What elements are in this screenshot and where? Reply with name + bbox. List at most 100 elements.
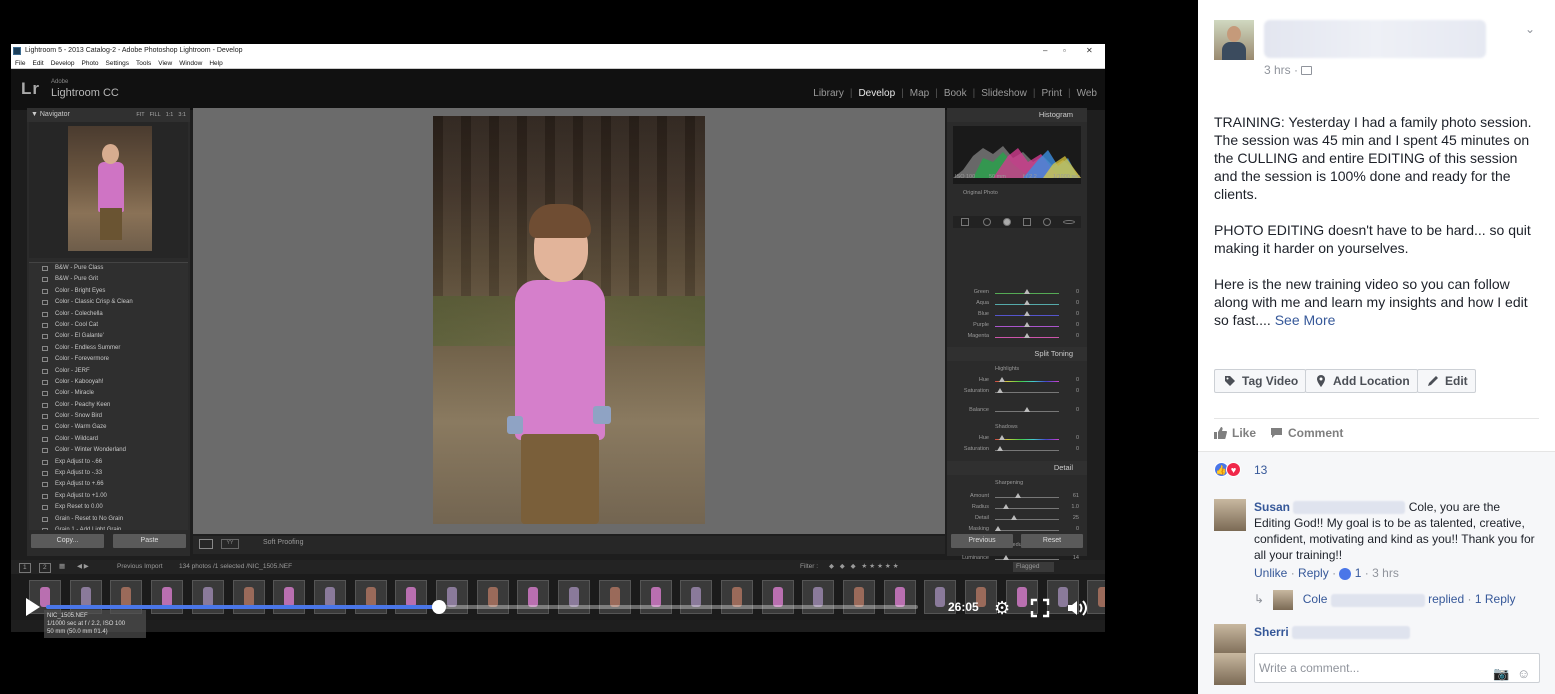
module-web: Web	[1076, 88, 1097, 99]
gear-icon[interactable]: ⚙	[994, 598, 1010, 618]
slider-label: Hue	[978, 435, 989, 441]
view-replies-link[interactable]: 1 Reply	[1475, 592, 1516, 606]
module-print: Print	[1041, 88, 1062, 99]
commenter-avatar[interactable]	[1214, 624, 1246, 656]
slider-value: 0	[1075, 407, 1079, 413]
reaction-count: 13	[1254, 463, 1268, 477]
emoji-icon[interactable]: ☺	[1517, 660, 1530, 688]
preset-icon	[42, 448, 48, 454]
preset-label: Color - Bright Eyes	[55, 287, 106, 294]
location-pin-icon	[1317, 375, 1325, 387]
module-map: Map	[909, 88, 930, 99]
edit-button[interactable]: Edit	[1417, 369, 1476, 393]
module-separator: |	[1032, 88, 1036, 99]
like-label: Like	[1232, 426, 1257, 440]
add-location-button[interactable]: Add Location	[1305, 369, 1418, 393]
preset-item: Exp Adjust to -.33	[29, 468, 188, 479]
write-comment-box[interactable]: 📷 ☺	[1254, 653, 1540, 683]
video-scrubber[interactable]	[432, 600, 446, 614]
slider-label: Balance	[969, 407, 989, 413]
slider-track	[995, 519, 1059, 520]
lightroom-header: Lr Adobe Lightroom CC Library | Develop | Ma…	[11, 69, 1105, 110]
previous-button: Previous	[951, 534, 1013, 548]
preset-label: Color - Forevermore	[55, 356, 110, 363]
camera-icon[interactable]: 📷	[1493, 660, 1509, 688]
comment-body: Susan Cole, you are the Editing God!! My…	[1254, 499, 1540, 563]
slider-value: 61	[1072, 493, 1079, 499]
slider-value: 1.0	[1071, 504, 1079, 510]
preset-label: Color - Endless Summer	[55, 344, 121, 351]
edit-label: Edit	[1445, 374, 1468, 388]
minimize-icon: –	[1043, 46, 1048, 55]
comment-input[interactable]	[1259, 661, 1489, 675]
see-more-link[interactable]: See More	[1275, 312, 1336, 328]
slider-label: Green	[973, 289, 989, 295]
post-body: TRAINING: Yesterday I had a family photo…	[1214, 113, 1544, 347]
comment-like-count[interactable]: 1	[1355, 566, 1362, 580]
fullscreen-icon[interactable]	[1030, 598, 1050, 622]
lightroom-window: Lightroom 5 - 2013 Catalog-2 - Adobe Pho…	[11, 44, 1105, 632]
preset-item: Exp Adjust to +1.00	[29, 491, 188, 502]
comments-section: 👍 ♥ 13 Susan Cole, you are the Editing G…	[1198, 451, 1555, 694]
module-library: Library	[813, 88, 844, 99]
preset-label: Exp Adjust to +.66	[55, 481, 104, 488]
zoom-option: 3:1	[178, 112, 186, 118]
tag-video-label: Tag Video	[1242, 374, 1299, 388]
preset-icon	[42, 527, 48, 530]
love-reaction-icon: ♥	[1226, 462, 1241, 477]
reply-author[interactable]: Cole	[1303, 592, 1328, 606]
preset-label: Color - Kabooyah!	[55, 378, 104, 385]
post-paragraph-text: Here is the new training video so you ca…	[1214, 276, 1528, 328]
commenter-name[interactable]: Sherri	[1254, 625, 1289, 639]
play-icon[interactable]	[26, 598, 40, 616]
video-player[interactable]: Lightroom 5 - 2013 Catalog-2 - Adobe Pho…	[0, 0, 1198, 694]
chevron-down-icon[interactable]: ⌄	[1525, 22, 1535, 36]
video-progress-bar[interactable]	[46, 600, 918, 614]
lightroom-logo: Lr	[21, 79, 40, 98]
slider-row: Masking 0	[953, 525, 1081, 535]
commenter-avatar[interactable]	[1214, 499, 1246, 531]
tag-video-button[interactable]: Tag Video	[1214, 369, 1306, 393]
menu-item-window: Window	[179, 60, 203, 67]
slider-row: Hue 0	[953, 376, 1081, 386]
preset-icon	[42, 505, 48, 511]
radial-filter-icon	[1043, 218, 1051, 226]
preset-item: Exp Adjust to +.66	[29, 479, 188, 490]
slider-knob	[997, 388, 1003, 393]
slider-row: Green 0	[953, 288, 1081, 298]
volume-icon[interactable]	[1066, 598, 1088, 622]
lightroom-app-icon	[13, 47, 21, 55]
comment-button[interactable]: Comment	[1270, 426, 1343, 440]
menu-item-help: Help	[209, 60, 223, 67]
slider-value: 0	[1075, 333, 1079, 339]
slider-row: Hue 0	[953, 434, 1081, 444]
author-avatar[interactable]	[1214, 20, 1254, 60]
highlights-label: Highlights	[995, 366, 1020, 372]
slider-knob	[999, 377, 1005, 382]
module-separator: |	[972, 88, 976, 99]
slider-row: Radius 1.0	[953, 503, 1081, 513]
preset-item: Exp Reset to 0.00	[29, 502, 188, 513]
like-button[interactable]: Like	[1214, 426, 1256, 440]
unlike-link[interactable]: Unlike	[1254, 566, 1287, 580]
reply-author-avatar	[1273, 590, 1294, 610]
soft-proofing-label: Soft Proofing	[263, 539, 304, 546]
audience-icon[interactable]	[1301, 66, 1313, 76]
slider-track	[995, 530, 1059, 531]
menu-item-photo: Photo	[81, 60, 99, 67]
slider-knob	[1024, 300, 1030, 305]
preset-label: Exp Reset to 0.00	[55, 504, 103, 511]
slider-value: 25	[1072, 515, 1079, 521]
preset-label: Color - El Galante'	[55, 333, 104, 340]
histogram-shutter: 1/1000 sec	[1053, 174, 1080, 180]
post-time[interactable]: 3 hrs	[1264, 63, 1291, 77]
facebook-post-panel: ⌄ 3 hrs · TRAINING: Yesterday I had a fa…	[1198, 0, 1555, 694]
like-reaction-icon	[1339, 567, 1352, 580]
module-separator: |	[901, 88, 904, 99]
loupe-view-icon	[199, 539, 213, 549]
reply-summary[interactable]: ↳ Cole replied · 1 Reply	[1254, 590, 1516, 610]
commenter-name[interactable]: Susan	[1254, 500, 1290, 514]
comment-time[interactable]: 3 hrs	[1372, 566, 1399, 580]
slider-knob	[997, 446, 1003, 451]
reply-link[interactable]: Reply	[1298, 566, 1329, 580]
